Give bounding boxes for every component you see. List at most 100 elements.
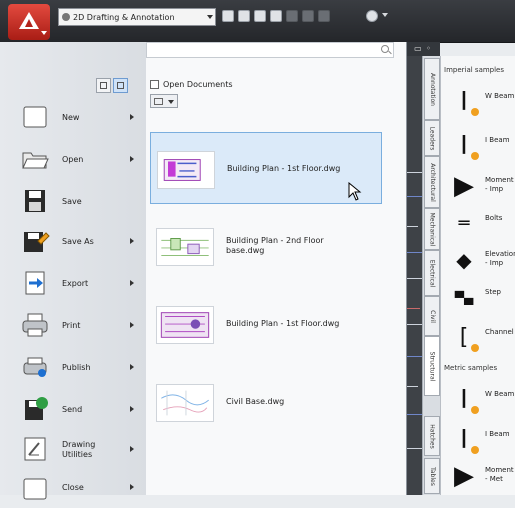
channel-icon: [ [451, 324, 479, 352]
workspace-switcher[interactable]: 2D Drafting & Annotation [58, 8, 216, 26]
undo-icon[interactable] [286, 10, 298, 22]
chevron-right-icon [130, 156, 134, 162]
document-item[interactable]: Building Plan - 2nd Floor base.dwg [150, 210, 382, 282]
menu-item-drawing-utilities[interactable]: Drawing Utilities [6, 430, 142, 470]
drawing-thumbnail [156, 384, 214, 422]
menu-item-send[interactable]: Send [6, 390, 142, 430]
properties-icon[interactable] [366, 10, 378, 22]
menu-item-export[interactable]: Export [6, 264, 142, 304]
palette-item-label: Channel [485, 328, 514, 336]
palette-item[interactable]: ▶ Moment - Met [441, 456, 515, 496]
title-bar: 2D Drafting & Annotation [0, 0, 515, 43]
document-item[interactable]: Civil Base.dwg [150, 366, 382, 438]
palette-item-label: W Beam [485, 390, 515, 398]
menu-item-label: Print [62, 321, 81, 330]
search-input[interactable] [146, 42, 394, 58]
tab-label: Structural [428, 351, 436, 381]
autocad-logo-icon [19, 12, 39, 29]
viewport-controls[interactable]: ▭ ◦ [406, 42, 440, 56]
new-file-icon[interactable] [222, 10, 234, 22]
tab-annotation[interactable]: Annotation [424, 58, 440, 120]
palette-item[interactable]: Ι W Beam [441, 380, 515, 420]
tab-label: Leaders [428, 126, 436, 150]
list-view-button[interactable] [113, 78, 128, 93]
menu-item-label: Open [62, 155, 84, 164]
mouse-cursor-icon [348, 182, 362, 201]
document-name: Building Plan - 1st Floor.dwg [226, 319, 340, 328]
tab-leaders[interactable]: Leaders [424, 120, 440, 156]
chevron-right-icon [130, 364, 134, 370]
customize-toolbar-icon[interactable] [382, 13, 388, 17]
drawing-thumbnail [156, 306, 214, 344]
palette-item-label: Elevation - Imp [485, 250, 515, 267]
elevation-icon: ◆ [456, 248, 472, 272]
palette-heading: Metric samples [444, 364, 498, 372]
palette-item[interactable]: Ι I Beam [441, 126, 515, 166]
palette-item-label: W Beam [485, 92, 515, 100]
palette-item-label: Moment - Met [485, 466, 514, 483]
chevron-right-icon [130, 484, 134, 490]
tool-palette: Imperial samples Ι W Beam Ι I Beam ▶ Mom… [440, 56, 515, 495]
document-item[interactable]: Building Plan - 1st Floor.dwg [150, 288, 382, 360]
open-documents-heading: Open Documents [150, 78, 233, 92]
palette-item[interactable]: ◆ Elevation - Imp [441, 240, 515, 280]
menu-item-label: Save [62, 197, 82, 206]
i-beam-icon: Ι [451, 426, 479, 454]
icons-view-button[interactable] [96, 78, 111, 93]
menu-item-save-as[interactable]: Save As [6, 222, 142, 262]
application-menu-button[interactable] [8, 4, 50, 40]
menu-item-new[interactable]: New [6, 98, 142, 138]
menu-item-publish[interactable]: Publish [6, 348, 142, 388]
tab-architectural[interactable]: Architectural [424, 156, 440, 208]
palette-item[interactable]: Ι W Beam [441, 82, 515, 122]
i-beam-icon: Ι [451, 88, 479, 116]
tab-label: Mechanical [428, 212, 436, 246]
tab-label: Civil [428, 309, 436, 323]
menu-item-label: Publish [62, 363, 91, 372]
tab-mechanical[interactable]: Mechanical [424, 208, 440, 250]
menu-item-close[interactable]: Close [6, 468, 142, 508]
chevron-right-icon [130, 406, 134, 412]
drawing-area[interactable] [406, 56, 422, 495]
gear-icon [62, 13, 70, 21]
close-document-icon [23, 478, 47, 500]
open-file-icon[interactable] [238, 10, 250, 22]
menu-item-label: New [62, 113, 80, 122]
tab-civil[interactable]: Civil [424, 296, 440, 336]
palette-item[interactable]: ▶ Moment - Imp [441, 166, 515, 206]
plot-icon[interactable] [270, 10, 282, 22]
i-beam-icon: Ι [451, 386, 479, 414]
search-icon [381, 45, 389, 53]
save-as-icon [24, 232, 50, 252]
menu-item-print[interactable]: Print [6, 306, 142, 346]
folder-open-icon [22, 152, 49, 169]
tab-structural[interactable]: Structural [424, 336, 440, 396]
redo-dropdown-icon[interactable] [318, 10, 330, 22]
tool-palette-tabs: Annotation Leaders Architectural Mechani… [422, 56, 441, 495]
drawing-thumbnail [157, 151, 215, 189]
palette-item[interactable]: ▀▄ Step [441, 278, 515, 318]
workspace-label: 2D Drafting & Annotation [73, 13, 175, 22]
menu-item-label: Drawing Utilities [62, 440, 96, 459]
chevron-right-icon [130, 238, 134, 244]
application-menu: New Open Save Save As Export Print Publi… [0, 42, 407, 500]
palette-item[interactable]: [ Channel [441, 318, 515, 358]
chevron-right-icon [130, 114, 134, 120]
chevron-down-icon [168, 100, 174, 104]
tab-label: Electrical [428, 259, 436, 287]
redo-icon[interactable] [302, 10, 314, 22]
tab-hatches[interactable]: Hatches [424, 416, 440, 456]
step-icon: ▀▄ [454, 291, 474, 305]
display-options-dropdown[interactable] [150, 94, 178, 108]
send-icon [25, 397, 48, 420]
tab-tables[interactable]: Tables [424, 458, 440, 494]
menu-item-save[interactable]: Save [6, 182, 142, 222]
tab-electrical[interactable]: Electrical [424, 250, 440, 296]
save-icon[interactable] [254, 10, 266, 22]
export-icon [25, 271, 45, 295]
bolt-icon: ═ [458, 213, 470, 234]
menu-item-open[interactable]: Open [6, 140, 142, 180]
palette-item[interactable]: ═ Bolts [441, 204, 515, 244]
list-icon [117, 82, 124, 89]
palette-item[interactable]: Ι I Beam [441, 420, 515, 460]
